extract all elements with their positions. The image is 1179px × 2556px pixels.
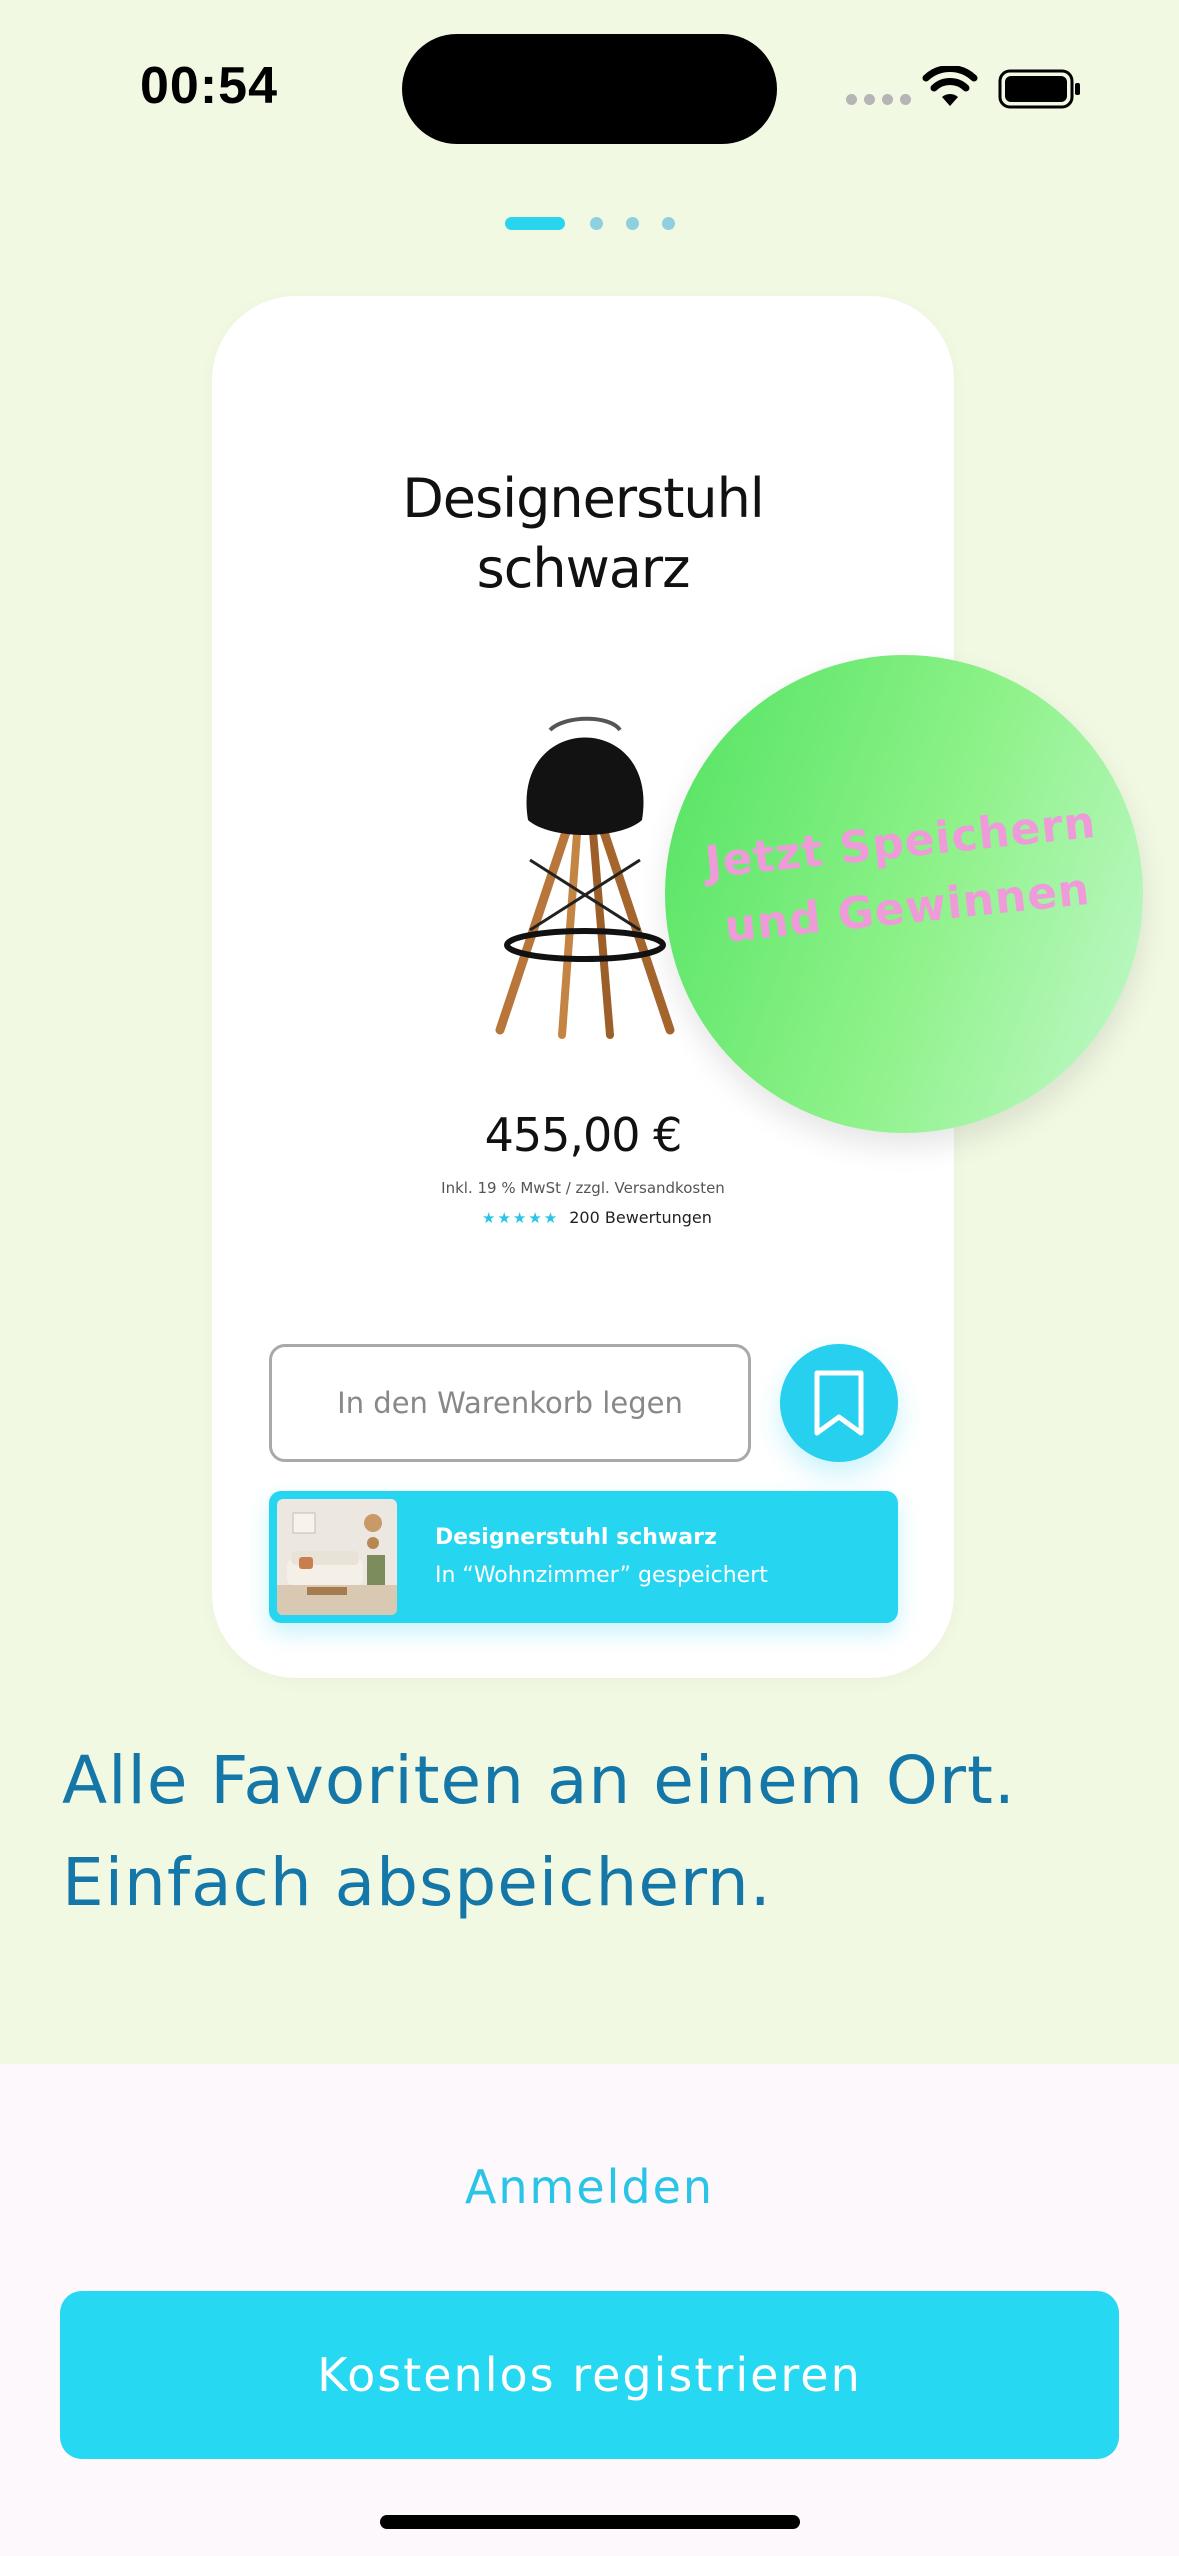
toast-title: Designerstuhl schwarz — [435, 1525, 717, 1550]
bookmark-icon — [814, 1370, 864, 1436]
toast-subtitle: In “Wohnzimmer” gespeichert — [435, 1563, 768, 1588]
onboarding-headline: Alle Favoriten an einem Ort. Einfach abs… — [62, 1742, 1016, 1921]
cellular-signal-icon — [846, 94, 911, 105]
add-to-cart-button[interactable]: In den Warenkorb legen — [269, 1344, 751, 1462]
page-dot[interactable] — [590, 217, 603, 230]
register-button[interactable]: Kostenlos registrieren — [60, 2291, 1119, 2459]
page-dot[interactable] — [662, 217, 675, 230]
living-room-thumbnail — [277, 1499, 397, 1615]
login-button[interactable]: Anmelden — [0, 2160, 1179, 2214]
product-title: Designerstuhl schwarz — [402, 467, 765, 600]
page-dot[interactable] — [626, 217, 639, 230]
dynamic-island — [402, 34, 777, 144]
rating-count: 200 Bewertungen — [569, 1208, 712, 1227]
rating-row: ★★★★★ 200 Bewertungen — [482, 1208, 712, 1227]
page-dot-active[interactable] — [505, 217, 565, 230]
home-indicator[interactable] — [380, 2515, 800, 2529]
status-bar-time: 00:54 — [140, 57, 278, 115]
rating-stars-icon: ★★★★★ — [482, 1208, 560, 1227]
bookmark-button[interactable] — [780, 1344, 898, 1462]
wifi-icon — [922, 66, 978, 106]
battery-icon — [998, 69, 1080, 109]
tax-note: Inkl. 19 % MwSt / zzgl. Versandkosten — [441, 1179, 725, 1197]
saved-confirmation-toast: Designerstuhl schwarz In “Wohnzimmer” ge… — [269, 1491, 898, 1623]
